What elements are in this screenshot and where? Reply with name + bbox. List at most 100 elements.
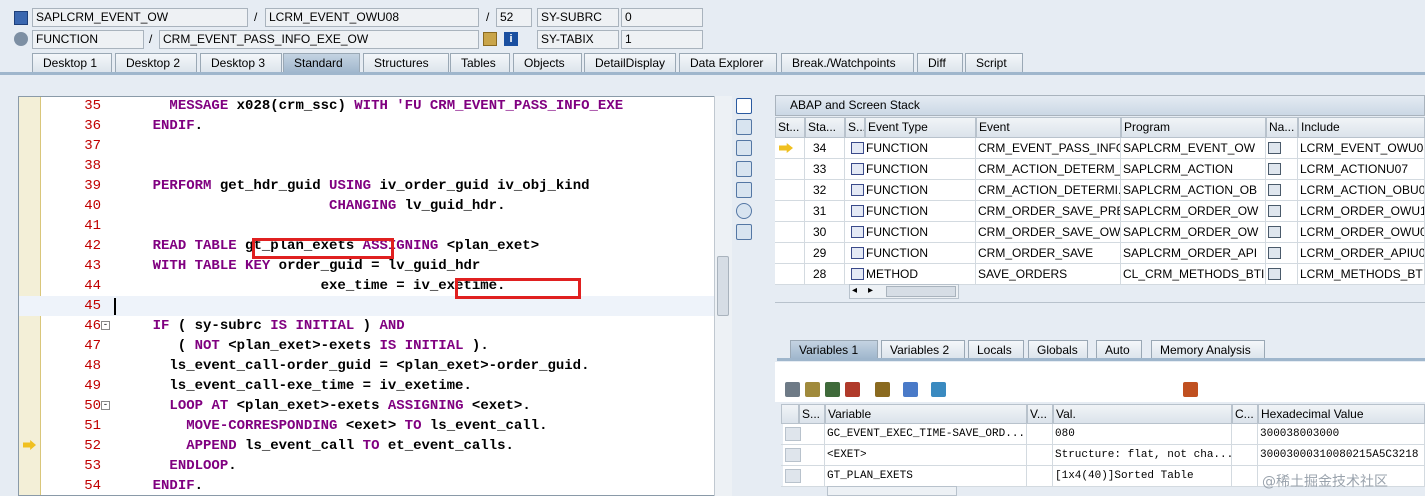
display-object-icon[interactable] [483,32,497,46]
navigate-icon[interactable] [1268,163,1281,175]
tab-variables-1[interactable]: Variables 1 [790,340,878,359]
stack-cell[interactable]: CRM_ACTION_DETERM_... [976,159,1121,180]
stack-cell[interactable]: CRM_ORDER_SAVE [976,243,1121,264]
headset-icon[interactable] [736,203,752,219]
stack-cell[interactable]: LCRM_EVENT_OWU08 [1298,138,1425,159]
stack-cell[interactable]: LCRM_ACTION_OBU01 [1298,180,1425,201]
tab-memory-analysis[interactable]: Memory Analysis [1151,340,1265,359]
stack-cell[interactable]: CRM_ACTION_DETERMI... [976,180,1121,201]
variables-column-header[interactable]: Val. [1053,404,1232,424]
subrc-value[interactable]: 0 [621,8,703,27]
panel-divider[interactable] [775,302,1425,324]
tab-breakpoints[interactable]: Break./Watchpoints [781,53,914,73]
stack-column-header[interactable]: Na... [1266,117,1298,138]
stack-cell[interactable] [775,201,805,222]
tab-detaildisplay[interactable]: DetailDisplay [584,53,676,73]
variables-column-header[interactable]: S... [799,404,825,424]
stack-cell[interactable]: LCRM_ACTIONU07 [1298,159,1425,180]
stack-column-header[interactable]: Event Type [865,117,976,138]
include-field[interactable]: LCRM_EVENT_OWU08 [265,8,479,27]
row-selector[interactable] [785,469,801,483]
tab-auto[interactable]: Auto [1096,340,1142,359]
tab-desktop-2[interactable]: Desktop 2 [115,53,197,73]
stack-cell[interactable] [775,264,805,285]
tab-structures[interactable]: Structures [363,53,449,73]
variable-cell[interactable]: 300038003000 [1258,424,1425,445]
variable-cell[interactable]: GC_EVENT_EXEC_TIME-SAVE_ORD... [825,424,1027,445]
line-field[interactable]: 52 [496,8,532,27]
stack-cell[interactable]: SAPLCRM_EVENT_OW [1121,138,1266,159]
stack-column-header[interactable]: S... [845,117,865,138]
stack-cell[interactable]: LCRM_ORDER_APIU03 [1298,243,1425,264]
new-icon[interactable] [736,119,752,135]
save-icon[interactable] [1183,382,1198,397]
tab-tables[interactable]: Tables [450,53,510,73]
stack-cell[interactable]: SAPLCRM_ACTION_OB [1121,180,1266,201]
variable-cell[interactable] [1232,466,1258,487]
stack-cell[interactable] [775,243,805,264]
navigate-icon[interactable] [1268,247,1281,259]
stack-cell[interactable]: SAPLCRM_ORDER_OW [1121,222,1266,243]
stack-cell[interactable]: CL_CRM_METHODS_BTIL... [1121,264,1266,285]
info-icon[interactable]: i [504,32,518,46]
variable-cell[interactable] [783,445,825,466]
stack-cell[interactable]: CRM_ORDER_SAVE_PRE... [976,201,1121,222]
tab-standard[interactable]: Standard [283,53,360,73]
stack-cell[interactable]: 29 [805,243,845,264]
stack-cell[interactable] [1266,243,1298,264]
stack-cell[interactable] [775,159,805,180]
stack-cell[interactable]: SAVE_ORDERS [976,264,1121,285]
stack-cell[interactable]: 31 [805,201,845,222]
tab-data-explorer[interactable]: Data Explorer [679,53,777,73]
variable-cell[interactable]: Structure: flat, not cha... [1053,445,1232,466]
resize-icon[interactable] [736,161,752,177]
stack-cell[interactable]: LCRM_METHODS_BT [1298,264,1425,285]
navigate-icon[interactable] [1268,142,1281,154]
scroll-right-icon[interactable]: ▸ [868,285,873,296]
variables-column-header[interactable]: V... [1027,404,1053,424]
tab-objects[interactable]: Objects [513,53,582,73]
stack-column-header[interactable]: Event [976,117,1121,138]
stack-cell[interactable]: 34 [805,138,845,159]
stack-cell[interactable]: FUNCTION [849,138,976,159]
stack-cell[interactable]: FUNCTION [849,243,976,264]
folder-icon[interactable] [931,382,946,397]
delete-icon[interactable] [785,382,800,397]
row-selector[interactable] [785,448,801,462]
stack-column-header[interactable]: Sta... [805,117,845,138]
stack-cell[interactable] [1266,222,1298,243]
tab-desktop-1[interactable]: Desktop 1 [32,53,112,73]
stack-column-header[interactable]: Program [1121,117,1266,138]
stack-cell[interactable]: 28 [805,264,845,285]
stack-cell[interactable]: FUNCTION [849,201,976,222]
navigate-icon[interactable] [1268,226,1281,238]
swap-icon[interactable] [903,382,918,397]
program-field[interactable]: SAPLCRM_EVENT_OW [32,8,248,27]
variable-cell[interactable] [783,424,825,445]
stack-cell[interactable] [775,138,805,159]
stack-cell[interactable]: LCRM_ORDER_OWU10 [1298,201,1425,222]
stack-cell[interactable]: FUNCTION [849,222,976,243]
editor-scrollbar[interactable] [714,96,732,496]
stack-cell[interactable]: SAPLCRM_ORDER_API [1121,243,1266,264]
fold-toggle[interactable]: - [101,401,110,410]
scroll-left-icon[interactable]: ◂ [852,285,857,296]
source-code-editor[interactable]: 35 MESSAGE x028(crm_ssc) WITH 'FU CRM_EV… [18,96,732,496]
stack-hscroll[interactable]: ◂ ▸ [849,284,959,299]
tab-desktop-3[interactable]: Desktop 3 [200,53,282,73]
stack-column-header[interactable]: Include [1298,117,1425,138]
stack-cell[interactable]: SAPLCRM_ACTION [1121,159,1266,180]
variable-cell[interactable]: [1x4(40)]Sorted Table [1053,466,1232,487]
stack-cell[interactable] [1266,138,1298,159]
tab-script[interactable]: Script [965,53,1023,73]
scroll-thumb[interactable] [886,286,956,297]
variable-cell[interactable] [1232,424,1258,445]
table-icon[interactable] [825,382,840,397]
navigate-icon[interactable] [1268,268,1281,280]
fold-toggle[interactable]: - [101,321,110,330]
stack-cell[interactable]: SAPLCRM_ORDER_OW [1121,201,1266,222]
hierarchy-icon[interactable] [875,382,890,397]
event-field[interactable]: CRM_EVENT_PASS_INFO_EXE_OW [159,30,479,49]
close-icon[interactable] [736,98,752,114]
variable-cell[interactable] [1027,445,1053,466]
